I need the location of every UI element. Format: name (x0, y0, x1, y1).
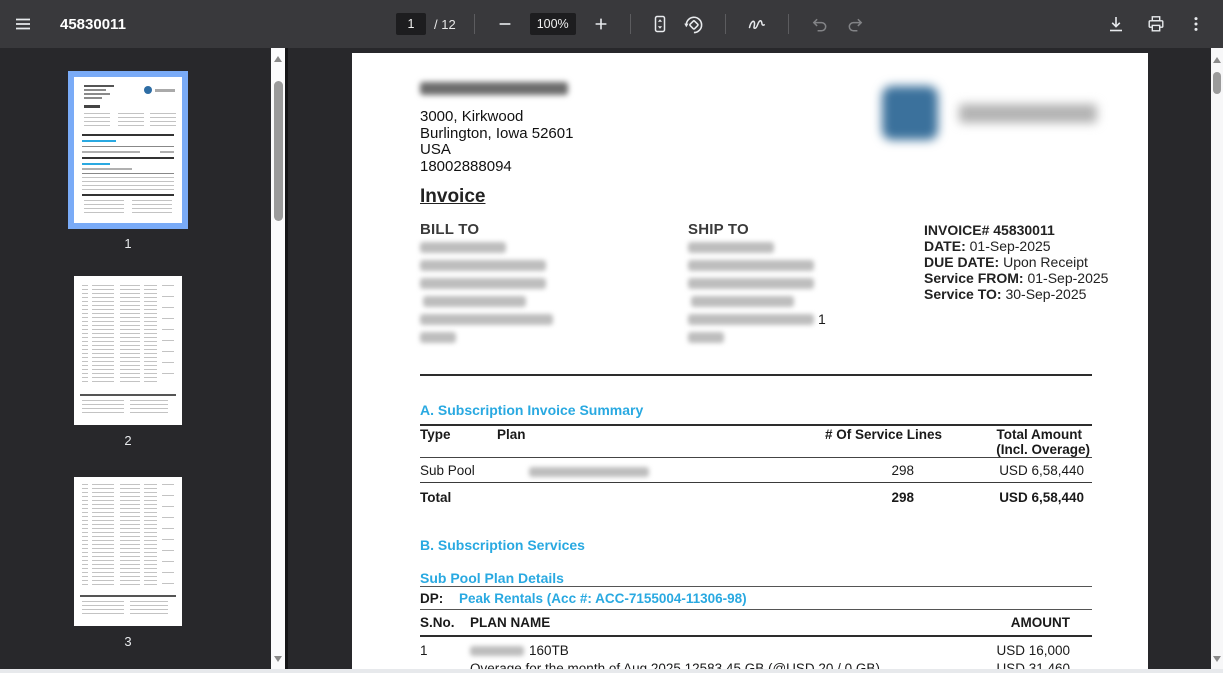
cell-plan-name: 160TB (529, 643, 569, 658)
col-amount: AMOUNT (882, 615, 1092, 630)
redacted-line (420, 278, 546, 289)
company-address: 3000, Kirkwood Burlington, Iowa 52601 US… (420, 109, 573, 175)
thumbnail-label-2: 2 (68, 433, 188, 448)
ship-to-label: SHIP TO (688, 221, 749, 238)
dp-label: DP: (420, 591, 443, 606)
redacted-line (688, 260, 814, 271)
separator (725, 14, 726, 34)
thumbnail-page-1[interactable] (68, 71, 188, 229)
sub-pool-subheading: Sub Pool Plan Details (420, 570, 564, 586)
divider (420, 424, 1092, 426)
divider (420, 586, 1092, 587)
toolbar-center: 1 / 12 100% (396, 0, 871, 48)
ship-to-visible-suffix: 1 (818, 311, 826, 327)
annotate-icon[interactable] (742, 9, 772, 39)
invoice-meta: INVOICE# 45830011 DATE: 01-Sep-2025 DUE … (924, 222, 1108, 302)
redacted-line (420, 242, 506, 253)
divider (420, 457, 1092, 458)
page-count-label: / 12 (434, 17, 456, 32)
redacted-line (420, 332, 456, 343)
undo-icon (805, 9, 835, 39)
divider (420, 635, 1092, 637)
cell-service-lines: 298 (782, 463, 942, 478)
page-number-input[interactable]: 1 (396, 13, 426, 35)
cell-sno: 1 (420, 643, 470, 658)
invoice-heading: Invoice (420, 186, 485, 208)
print-icon[interactable] (1141, 9, 1171, 39)
menu-icon[interactable] (8, 9, 38, 39)
col-type: Type (420, 428, 497, 457)
redacted-line (423, 296, 526, 307)
redacted-line (688, 332, 724, 343)
zoom-in-icon[interactable] (586, 9, 616, 39)
redacted-plan-name (529, 467, 649, 477)
col-plan: Plan (497, 428, 782, 457)
cell-amount: USD 6,58,440 (942, 463, 1092, 478)
viewport-bottom-edge (0, 669, 1223, 673)
redacted-line (420, 314, 553, 325)
separator (630, 14, 631, 34)
redo-icon (841, 9, 871, 39)
total-amount: USD 6,58,440 (942, 490, 1092, 505)
dp-account: Peak Rentals (Acc #: ACC-7155004-11306-9… (459, 591, 747, 606)
document-title: 45830011 (60, 16, 126, 33)
col-plan-name: PLAN NAME (470, 615, 882, 630)
bill-to-label: BILL TO (420, 221, 479, 238)
divider (420, 482, 1092, 483)
redacted-line (691, 296, 794, 307)
fit-page-icon[interactable] (645, 9, 675, 39)
cell-type: Sub Pool (420, 463, 497, 478)
scroll-down-icon[interactable] (274, 656, 282, 662)
download-icon[interactable] (1101, 9, 1131, 39)
sidebar-scrollbar[interactable] (271, 48, 285, 670)
col-total-amount: Total Amount (Incl. Overage) (942, 428, 1092, 457)
redacted-line (420, 260, 546, 271)
toolbar-right (1101, 0, 1211, 48)
divider (420, 374, 1092, 376)
separator (788, 14, 789, 34)
redacted-logo-text (959, 104, 1097, 123)
scroll-down-icon[interactable] (1213, 656, 1221, 662)
more-options-icon[interactable] (1181, 9, 1211, 39)
cell-amount: USD 16,000 (882, 643, 1092, 658)
thumbnail-label-3: 3 (68, 634, 188, 649)
redacted-line (688, 278, 814, 289)
sidebar-scrollbar-thumb[interactable] (274, 81, 283, 221)
scroll-up-icon[interactable] (1213, 57, 1221, 63)
zoom-out-icon[interactable] (490, 9, 520, 39)
zoom-level-input[interactable]: 100% (530, 13, 576, 35)
col-service-lines: # Of Service Lines (782, 428, 942, 457)
thumbnail-label-1: 1 (68, 236, 188, 251)
section-a-heading: A. Subscription Invoice Summary (420, 402, 643, 418)
col-sno: S.No. (420, 615, 470, 630)
redacted-line (688, 242, 774, 253)
redacted-logo (882, 86, 938, 140)
scroll-up-icon[interactable] (274, 56, 282, 62)
rotate-icon[interactable] (679, 9, 709, 39)
toolbar: 45830011 1 / 12 100% (0, 0, 1223, 48)
thumbnail-page-3[interactable] (74, 477, 182, 626)
section-b-heading: B. Subscription Services (420, 537, 585, 553)
total-service-lines: 298 (782, 490, 942, 505)
redacted-plan-prefix (470, 646, 524, 656)
divider (420, 609, 1092, 610)
redacted-line (688, 314, 814, 325)
thumbnail-page-2[interactable] (74, 276, 182, 425)
mini-logo-icon (144, 86, 152, 94)
redacted-company-name (420, 82, 568, 95)
total-label: Total (420, 490, 497, 505)
sidebar-divider (285, 48, 288, 673)
main-scrollbar[interactable] (1211, 48, 1223, 673)
separator (474, 14, 475, 34)
pdf-viewer: 45830011 1 / 12 100% (0, 0, 1223, 673)
pdf-page-1: 3000, Kirkwood Burlington, Iowa 52601 US… (352, 53, 1148, 670)
main-scrollbar-thumb[interactable] (1213, 72, 1221, 94)
